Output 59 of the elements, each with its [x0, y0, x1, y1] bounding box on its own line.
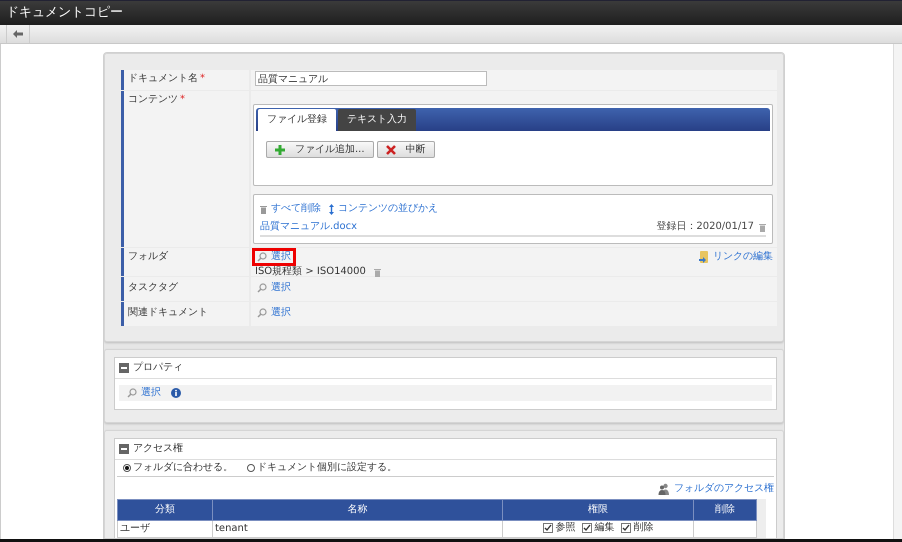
- close-icon: [386, 144, 396, 154]
- radio-button[interactable]: [123, 464, 131, 472]
- select-link[interactable]: 選択: [125, 387, 163, 399]
- back-arrow-icon: [13, 30, 23, 38]
- permission-checkbox[interactable]: 編集: [582, 522, 614, 534]
- field-label: フォルダ: [128, 251, 168, 262]
- document-name-field[interactable]: 品質マニュアル: [255, 71, 487, 86]
- plus-icon: [275, 144, 285, 154]
- permission-checkbox[interactable]: 削除: [620, 522, 654, 534]
- file-link[interactable]: 品質マニュアル.docx: [260, 221, 358, 233]
- tab[interactable]: ファイル登録: [258, 109, 336, 131]
- field-label: 関連ドキュメント: [128, 307, 208, 318]
- info-icon[interactable]: [171, 388, 181, 398]
- users-icon: [658, 483, 670, 495]
- radio-button[interactable]: [247, 464, 255, 472]
- cancel-button[interactable]: 中断: [376, 141, 435, 158]
- checkbox[interactable]: [542, 522, 552, 532]
- trash-icon: [260, 204, 267, 214]
- field-label: コンテンツ: [128, 94, 178, 105]
- folder-icon: [699, 251, 709, 263]
- search-icon: [257, 308, 267, 318]
- table-cell: ユーザ: [118, 520, 212, 538]
- back-button[interactable]: [6, 25, 30, 43]
- folder-access-link[interactable]: フォルダのアクセス権: [658, 483, 774, 495]
- registered-date: 登録日：2020/01/17: [656, 221, 754, 233]
- field-label: タスクタグ: [128, 282, 178, 293]
- collapse-icon[interactable]: [119, 363, 129, 373]
- field-label: ドキュメント名: [128, 73, 198, 84]
- table-cell: tenant: [212, 520, 502, 538]
- search-icon: [127, 388, 137, 398]
- column-header: 削除: [694, 500, 756, 520]
- section-title: プロパティ: [133, 362, 183, 374]
- add-file-button[interactable]: ファイル追加...: [266, 141, 374, 158]
- delete-all-link[interactable]: すべて削除: [260, 203, 321, 215]
- up-down-arrow-icon: [329, 204, 334, 214]
- radio-option[interactable]: フォルダに合わせる。: [123, 462, 233, 474]
- checkbox[interactable]: [582, 522, 592, 532]
- select-link[interactable]: 選択: [255, 251, 293, 263]
- column-header: 分類: [118, 500, 212, 520]
- table-scrollbar[interactable]: [757, 499, 766, 538]
- search-icon: [257, 283, 267, 293]
- search-icon: [257, 252, 267, 262]
- page-scrollbar[interactable]: [893, 44, 902, 539]
- edit-link-link[interactable]: リンクの編集: [699, 251, 773, 263]
- section-title: アクセス権: [133, 443, 183, 455]
- window-title: ドキュメントコピー: [6, 7, 123, 19]
- radio-option[interactable]: ドキュメント個別に設定する。: [247, 462, 397, 474]
- required-mark: *: [200, 73, 205, 84]
- select-link[interactable]: 選択: [255, 307, 293, 319]
- tab[interactable]: テキスト入力: [338, 109, 416, 131]
- checkbox[interactable]: [620, 522, 630, 532]
- permission-checkbox[interactable]: 参照: [542, 522, 576, 534]
- collapse-icon[interactable]: [119, 444, 129, 454]
- column-header: 権限: [502, 500, 694, 520]
- column-header: 名称: [212, 500, 502, 520]
- select-link[interactable]: 選択: [255, 282, 293, 294]
- reorder-link[interactable]: コンテンツの並びかえ: [329, 203, 438, 215]
- folder-path: ISO規程類 > ISO14000: [255, 266, 366, 278]
- required-mark: *: [180, 94, 185, 105]
